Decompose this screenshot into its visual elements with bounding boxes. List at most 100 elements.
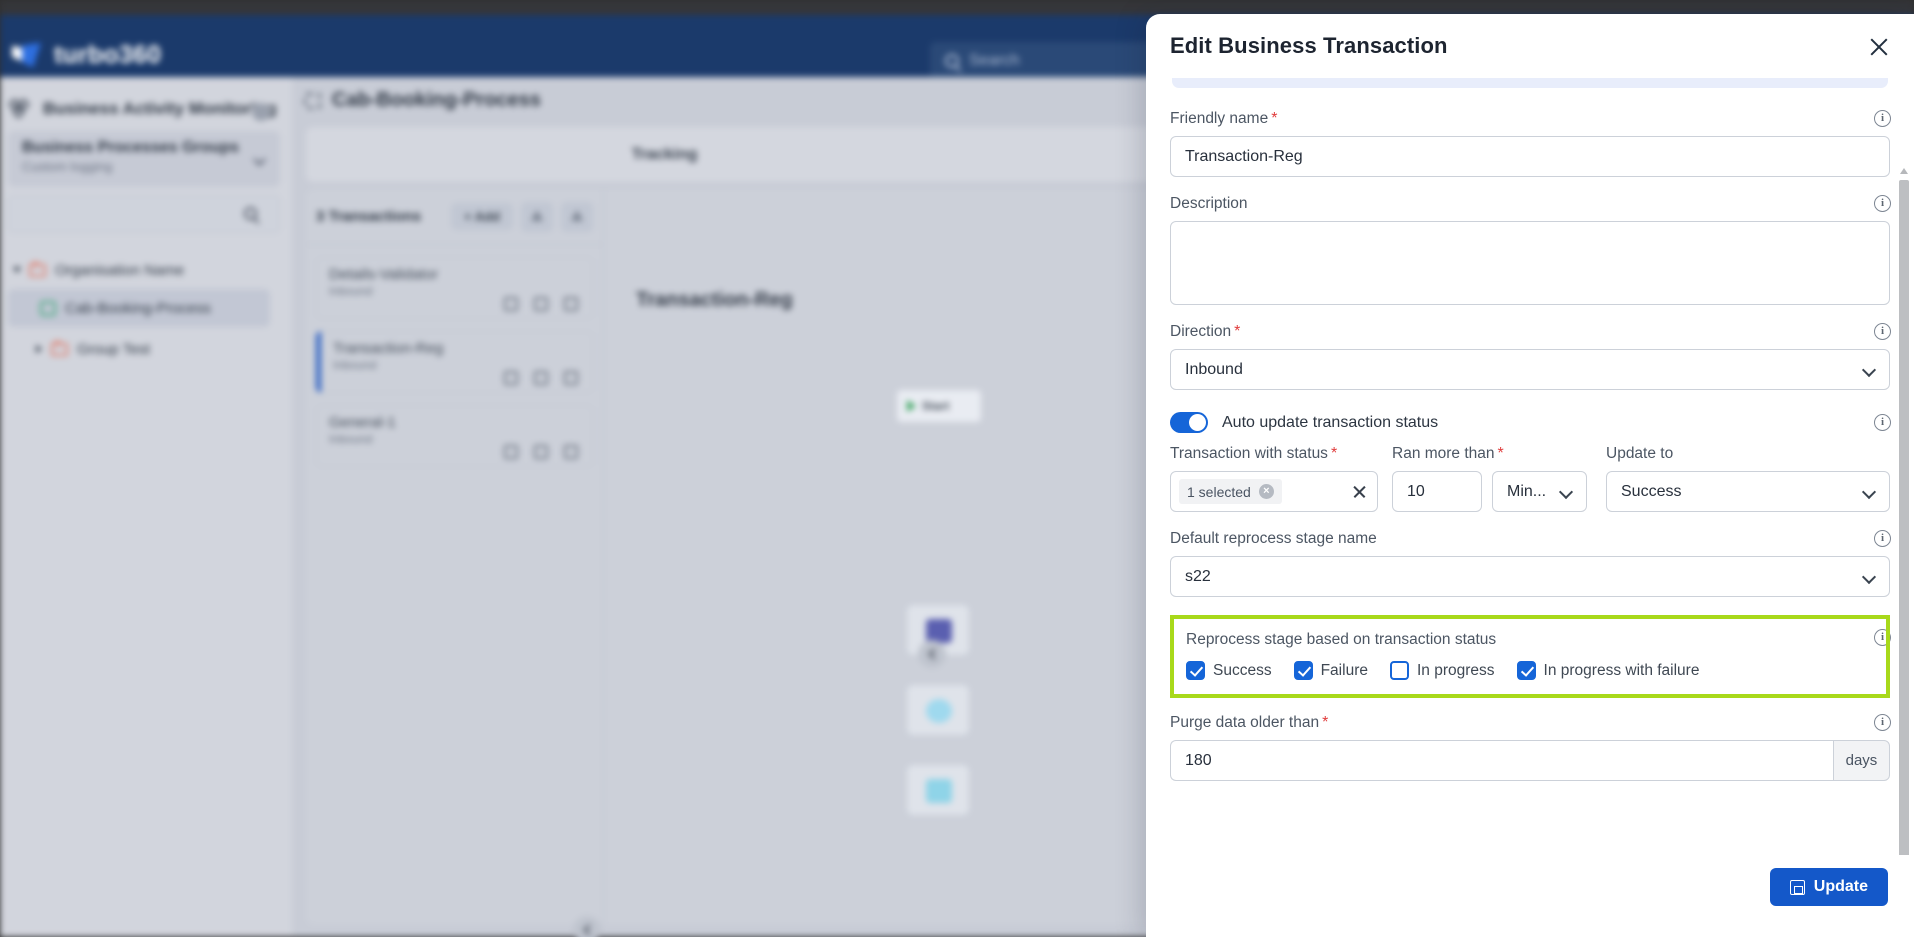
chip-remove-icon[interactable]: ×: [1258, 484, 1274, 499]
business-process-group-select[interactable]: Business Processes Groups Custom logging: [8, 131, 280, 187]
copy-icon[interactable]: [504, 297, 518, 311]
tab-tracking[interactable]: Tracking: [306, 146, 1023, 164]
import-icon[interactable]: [521, 201, 553, 232]
clear-selection-icon[interactable]: [1352, 484, 1367, 499]
tree-item-cab-booking-process[interactable]: Cab-Booking-Process: [8, 289, 270, 327]
flow-node[interactable]: [906, 764, 970, 816]
copy-icon[interactable]: [504, 371, 518, 385]
gear-icon[interactable]: [252, 103, 270, 121]
chip-label: 1 selected: [1187, 483, 1251, 500]
info-icon[interactable]: i: [1874, 110, 1891, 127]
description-textarea[interactable]: [1170, 221, 1890, 305]
checkbox-box[interactable]: [1186, 661, 1205, 680]
edit-icon[interactable]: [534, 297, 548, 311]
scrollbar-thumb[interactable]: [1899, 180, 1909, 855]
transaction-card[interactable]: Details-Validator Inbound: [316, 257, 593, 319]
checkbox-label: Failure: [1320, 661, 1368, 679]
start-node-label: Start: [922, 399, 950, 413]
label-text: Direction: [1170, 323, 1232, 340]
transaction-name: General-1: [329, 414, 396, 431]
scroll-up-arrow-icon[interactable]: [1900, 168, 1908, 174]
save-icon: [1789, 879, 1805, 895]
update-to-select[interactable]: Success: [1606, 471, 1890, 512]
friendly-name-input[interactable]: Transaction-Reg: [1170, 136, 1890, 177]
turbo360-logo-icon: [12, 42, 42, 69]
tree-item-organisation[interactable]: Organisation Name: [13, 253, 184, 287]
reprocess-status-section: i Reprocess stage based on transaction s…: [1170, 615, 1891, 698]
close-icon[interactable]: [1866, 34, 1892, 60]
info-icon[interactable]: i: [1874, 714, 1891, 731]
app-logo[interactable]: turbo360: [12, 41, 161, 70]
transaction-name: Details-Validator: [329, 266, 438, 283]
checkbox-success[interactable]: Success: [1186, 661, 1272, 680]
dialog-scrollbar[interactable]: [1899, 166, 1909, 855]
friendly-name-label: Friendly name *: [1170, 110, 1890, 128]
dialog-footer: Update: [1146, 855, 1914, 937]
checkbox-in-progress-with-failure[interactable]: In progress with failure: [1516, 661, 1699, 680]
export-icon[interactable]: [561, 201, 593, 232]
edit-icon[interactable]: [534, 371, 548, 385]
description-field: Description i: [1170, 195, 1891, 305]
update-to-field: Update to Success: [1606, 445, 1890, 512]
delete-icon[interactable]: [564, 297, 578, 311]
checkbox-failure[interactable]: Failure: [1293, 661, 1368, 680]
purge-data-input[interactable]: 180: [1170, 740, 1833, 781]
label-text: Friendly name: [1170, 110, 1269, 127]
update-to-label: Update to: [1606, 445, 1674, 462]
collapse-sidebar-button[interactable]: [573, 916, 601, 937]
delete-icon[interactable]: [564, 371, 578, 385]
brand-name: turbo360: [54, 41, 162, 69]
auto-update-toggle[interactable]: [1170, 412, 1208, 433]
transaction-with-status-multiselect[interactable]: 1 selected ×: [1170, 471, 1378, 512]
tree-item-label: Group Test: [77, 340, 151, 358]
play-icon: [907, 400, 916, 412]
required-marker: *: [1330, 445, 1338, 462]
ran-more-than-input[interactable]: 10: [1392, 471, 1482, 512]
default-reprocess-stage-select[interactable]: s22: [1170, 556, 1890, 597]
ran-more-than-unit-select[interactable]: Min...: [1492, 471, 1587, 512]
edit-icon[interactable]: [534, 445, 548, 459]
reprocess-status-checkbox-row: Success Failure In progress In progress …: [1186, 661, 1872, 680]
checkbox-box[interactable]: [1516, 661, 1536, 680]
ran-more-than-field: Ran more than * 10 Min...: [1392, 445, 1592, 512]
sidebar-search-input[interactable]: [8, 195, 280, 233]
transaction-card-selected[interactable]: Transaction-Reg Inbound: [316, 331, 593, 393]
flow-node[interactable]: [906, 684, 970, 736]
process-icon: [304, 92, 321, 109]
screen-root: turbo360 Search Business Activity Monito…: [0, 0, 1914, 937]
update-to-select-wrapper: Success: [1606, 471, 1890, 512]
checkbox-box[interactable]: [1389, 661, 1409, 680]
direction-select[interactable]: Inbound: [1170, 349, 1890, 390]
checkbox-box[interactable]: [1293, 661, 1313, 680]
add-transaction-button[interactable]: + Add: [451, 203, 513, 230]
transaction-card[interactable]: General-1 Inbound: [316, 405, 593, 467]
folder-icon: [29, 261, 46, 277]
label-text: Ran more than: [1392, 445, 1495, 462]
transaction-direction: Inbound: [329, 432, 373, 446]
checkbox-in-progress[interactable]: In progress: [1389, 661, 1495, 680]
start-node[interactable]: Start: [896, 389, 982, 423]
process-icon: [40, 300, 56, 316]
collapse-panel-button[interactable]: [918, 640, 946, 668]
copy-icon[interactable]: [504, 445, 518, 459]
tree-item-group-test[interactable]: Group Test: [36, 332, 150, 366]
info-icon[interactable]: i: [1874, 414, 1891, 431]
info-icon[interactable]: i: [1874, 323, 1891, 340]
transaction-list-actions: + Add: [451, 201, 593, 232]
chevron-right-icon: [36, 345, 42, 353]
chevron-down-icon: [13, 267, 21, 273]
direction-select-wrapper: Inbound: [1170, 349, 1890, 390]
ran-more-than-unit-wrapper: Min...: [1492, 471, 1587, 512]
ran-more-than-controls: 10 Min...: [1392, 471, 1592, 512]
monitoring-icon: [8, 98, 32, 119]
search-icon: [244, 207, 257, 220]
edit-business-transaction-dialog: Edit Business Transaction Friendly name *…: [1146, 14, 1914, 937]
delete-icon[interactable]: [564, 445, 578, 459]
transaction-name: Transaction-Reg: [333, 340, 444, 357]
info-icon[interactable]: i: [1874, 530, 1891, 547]
folder-icon: [51, 340, 68, 356]
transaction-direction: Inbound: [333, 358, 377, 372]
update-button[interactable]: Update: [1769, 868, 1888, 906]
info-icon[interactable]: i: [1874, 195, 1891, 212]
update-button-label: Update: [1813, 878, 1868, 895]
